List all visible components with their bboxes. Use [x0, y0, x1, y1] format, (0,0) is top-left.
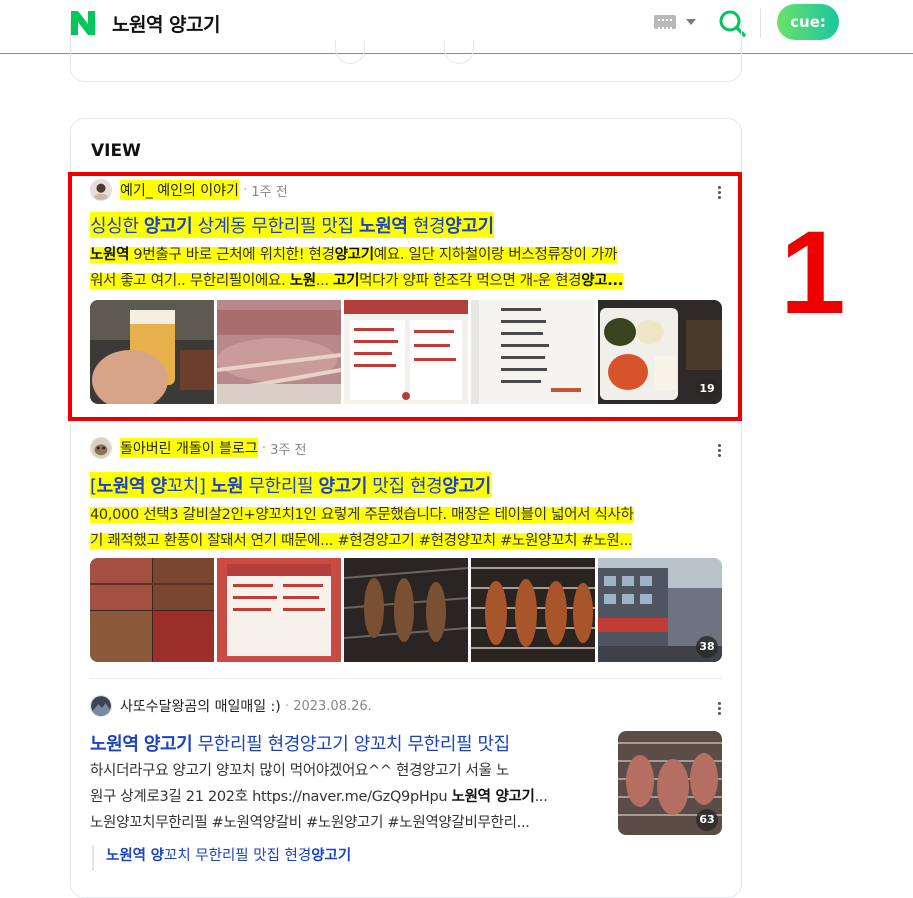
title-keyword: 노원: [210, 476, 244, 497]
post-meta: 사또수달왕곰의 매일매일 :) · 2023.08.26.: [90, 694, 372, 718]
post-description[interactable]: 하시더라구요 양고기 양꼬치 많이 먹어야겠어요^^ 현경양고기 서울 노 원구…: [90, 758, 610, 836]
next-nav-button[interactable]: [444, 40, 474, 64]
section-title: VIEW: [91, 141, 141, 161]
desc-line: 노원양꼬치무한리필 #노원역양갈비 #노원양고기 #노원역양갈비무한리...: [90, 815, 530, 831]
title-keyword: 양: [150, 476, 167, 497]
title-text: [: [90, 476, 97, 497]
photo-menu-board[interactable]: [217, 558, 341, 662]
post-title-link[interactable]: [노원역 양꼬치] 노원 무한리필 양고기 맛집 현경양고기: [90, 472, 491, 498]
title-keyword: 양고기: [143, 734, 193, 755]
prev-nav-button[interactable]: [335, 40, 365, 64]
related-post-link[interactable]: 노원역 양꼬치 무한리필 맛집 현경양고기: [92, 845, 351, 871]
title-text: 무한리필 현경양고기 양꼬치 무한리필 맛집: [192, 734, 511, 755]
post-title-link[interactable]: 노원역 양고기 무한리필 현경양고기 양꼬치 무한리필 맛집: [90, 730, 510, 756]
avatar[interactable]: [90, 695, 112, 717]
link-keyword: 양: [150, 848, 164, 864]
post-description[interactable]: 40,000 선택3 갈비살2인+양꼬치1인 요렇게 주문했습니다. 매장은 테…: [90, 502, 722, 554]
link-keyword: 양고기: [311, 848, 352, 864]
photo-strip: 38: [90, 558, 722, 662]
desc-line: 40,000 선택3 갈비살2인+양꼬치1인 요렇게 주문했습니다. 매장은 테…: [90, 507, 634, 523]
post-time: 3주 전: [270, 442, 307, 458]
meta-dot: ·: [261, 440, 267, 456]
desc-text: ...: [534, 789, 548, 805]
avatar[interactable]: [90, 437, 112, 459]
desc-line: 기 쾌적했고 환풍이 잘돼서 연기 때문에... #현경양고기 #현경양꼬치 #…: [90, 533, 633, 549]
photo-skewers-closeup[interactable]: [471, 558, 595, 662]
title-keyword: 노원역: [96, 476, 146, 497]
previous-section-card: [70, 20, 742, 82]
title-text: 꼬치]: [166, 476, 211, 497]
view-post-2: 돌아버린 개돌이 블로그 · 3주 전 [노원역 양꼬치] 노원 무한리필 양고…: [90, 434, 722, 664]
post-time: 2023.08.26.: [293, 698, 372, 714]
desc-line: 하시더라구요 양고기 양꼬치 많이 먹어야겠어요^^ 현경양고기 서울 노: [90, 763, 509, 779]
post-divider: [90, 678, 722, 679]
photo-count-badge: 63: [696, 809, 718, 831]
more-options-icon[interactable]: [718, 700, 722, 717]
meta-dot: ·: [284, 698, 290, 714]
title-keyword: 양고기: [318, 476, 368, 497]
link-keyword: 노원역: [106, 848, 147, 864]
title-keyword: 노원역: [90, 734, 139, 755]
cue-button[interactable]: cue:: [777, 4, 839, 40]
photo-count-badge: 38: [696, 636, 718, 658]
author-name[interactable]: 사또수달왕곰의 매일매일 :): [120, 696, 281, 716]
author-name[interactable]: 돌아버린 개돌이 블로그: [120, 438, 258, 458]
link-text: 꼬치 무한리필 맛집 현경: [163, 848, 312, 864]
photo-skewers-grill[interactable]: [344, 558, 468, 662]
title-text: 맛집 현경: [366, 476, 443, 497]
annotation-box: [68, 172, 742, 421]
photo-grilled-collage[interactable]: [90, 558, 214, 662]
title-keyword: 양고기: [442, 476, 491, 497]
more-options-icon[interactable]: [718, 442, 722, 459]
desc-keyword: 노원역 양고기: [451, 789, 535, 805]
header-divider: [760, 8, 761, 38]
title-text: 무한리필: [243, 476, 319, 497]
annotation-number: 1: [780, 207, 846, 339]
photo-grilled-lamb[interactable]: 63: [618, 731, 722, 835]
desc-text: 원구 상계로3길 21 202호 https://naver.me/GzQ9pH…: [90, 789, 452, 805]
post-meta: 돌아버린 개돌이 블로그 · 3주 전: [90, 436, 306, 460]
